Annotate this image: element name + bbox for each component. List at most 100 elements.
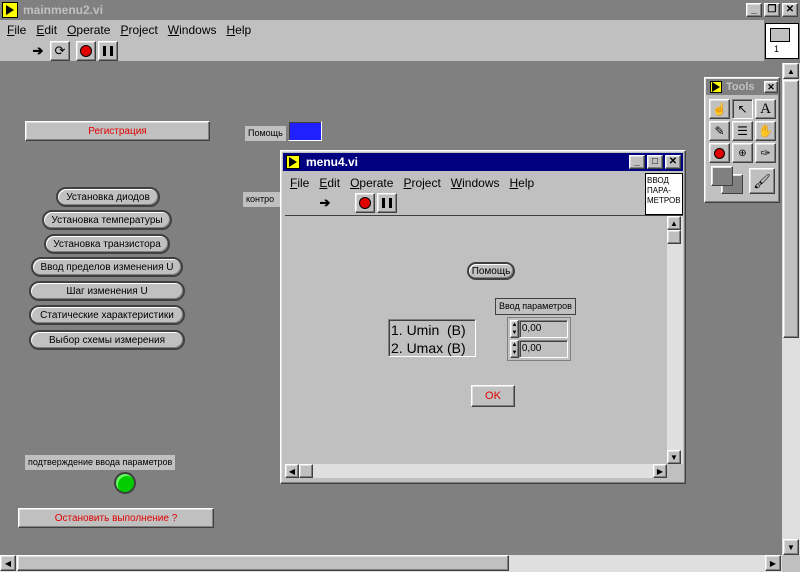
probe-icon[interactable]: ⊕	[732, 143, 753, 163]
menu4-pause-icon	[382, 198, 392, 208]
menu4-abort-button[interactable]	[355, 193, 375, 213]
color-indicator	[288, 121, 322, 141]
menu4-run-icon: ➔	[319, 195, 331, 210]
install-temperature-button[interactable]: Установка температуры	[42, 210, 172, 230]
menu4-title: menu4.vi	[306, 155, 359, 169]
menu-operate[interactable]: Operate	[62, 23, 115, 37]
tools-palette: Tools ✕ ☝ ↖ A ✎ ☰ ✋ ⊕ ✑ 🖌	[704, 77, 780, 203]
umin-numeric-control[interactable]: ▲ ▼ 0,00	[510, 320, 568, 338]
menu-windows[interactable]: Windows	[163, 23, 222, 37]
menu-help[interactable]: Help	[221, 23, 256, 37]
menu4-menubar: File Edit Operate Project Windows Help	[285, 173, 645, 193]
enter-u-limits-button[interactable]: Ввод пределов изменения U	[31, 257, 183, 277]
umin-spin-icon[interactable]: ▲ ▼	[510, 320, 519, 338]
menu4-scroll-left-icon[interactable]: ◀	[285, 464, 299, 478]
pause-icon	[103, 45, 113, 56]
menu4-menu-project[interactable]: Project	[398, 176, 445, 190]
tools-close-icon[interactable]: ✕	[764, 81, 778, 93]
tools-vi-icon	[710, 81, 722, 93]
menu4-menu-operate[interactable]: Operate	[345, 176, 398, 190]
color-copy-icon[interactable]: ✑	[755, 143, 776, 163]
operate-hand-icon[interactable]: ☝	[709, 99, 730, 119]
menu4-scroll-down-icon[interactable]: ▼	[667, 450, 681, 464]
menu4-run-button[interactable]: ➔	[315, 193, 335, 213]
position-arrow-icon[interactable]: ↖	[732, 99, 753, 119]
restore-icon[interactable]: ❐	[764, 2, 780, 17]
menu-edit[interactable]: Edit	[31, 23, 62, 37]
main-menubar: File Edit Operate Project Windows Help	[0, 20, 764, 40]
registration-button[interactable]: Регистрация	[25, 121, 210, 141]
confirm-led	[114, 472, 136, 494]
menu4-icon-text: ВВОД ПАРА- МЕТРОВ	[647, 176, 681, 205]
umax-spin-icon[interactable]: ▲ ▼	[510, 340, 519, 358]
breakpoint-icon[interactable]	[709, 143, 730, 163]
ok-button[interactable]: OK	[471, 385, 515, 407]
menu4-help-button[interactable]: Помощь	[467, 262, 515, 280]
param-values-cluster: ▲ ▼ 0,00 ▲ ▼ 0,00	[507, 317, 571, 361]
menu-project[interactable]: Project	[115, 23, 162, 37]
menu4-vi-icon-box[interactable]: ВВОД ПАРА- МЕТРОВ	[645, 173, 683, 215]
scroll-hand-icon[interactable]: ✋	[755, 121, 776, 141]
install-diodes-button[interactable]: Установка диодов	[56, 187, 160, 207]
params-input-label: Ввод параметров	[495, 298, 576, 315]
run-button[interactable]: ➔	[28, 41, 48, 61]
shortcut-menu-icon[interactable]: ☰	[732, 121, 753, 141]
umax-numeric-control[interactable]: ▲ ▼ 0,00	[510, 340, 568, 358]
static-characteristics-button[interactable]: Статические характеристики	[29, 305, 185, 325]
menu4-titlebar[interactable]: menu4.vi _ □ ✕	[283, 153, 683, 171]
vi-app-icon[interactable]	[2, 1, 18, 18]
menu4-vertical-scrollbar[interactable]: ▲ ▼	[667, 216, 683, 464]
color-swatch[interactable]	[709, 166, 745, 196]
menu4-close-icon[interactable]: ✕	[665, 155, 681, 169]
run-continuous-icon: ⟳	[54, 42, 66, 58]
menu4-scroll-right-icon[interactable]: ▶	[653, 464, 667, 478]
main-vertical-scrollbar[interactable]: ▲ ▼	[782, 63, 800, 555]
scroll-left-icon[interactable]: ◀	[0, 555, 16, 571]
menu4-scroll-up-icon[interactable]: ▲	[667, 216, 681, 230]
menu4-panel	[285, 216, 667, 464]
pause-button[interactable]	[98, 40, 118, 61]
tools-title: Tools	[726, 81, 755, 93]
run-continuously-button[interactable]: ⟳	[50, 40, 70, 61]
menu4-menu-edit[interactable]: Edit	[314, 176, 345, 190]
u-step-button[interactable]: Шаг изменения U	[29, 281, 185, 301]
scroll-up-icon[interactable]: ▲	[783, 63, 799, 79]
install-transistor-button[interactable]: Установка транзистора	[44, 234, 170, 254]
menu4-horizontal-scrollbar[interactable]: ◀ ▶	[285, 464, 667, 478]
menu4-menu-help[interactable]: Help	[504, 176, 539, 190]
menu-file[interactable]: File	[2, 23, 31, 37]
menu4-menu-windows[interactable]: Windows	[446, 176, 505, 190]
menu4-pause-button[interactable]	[377, 193, 397, 213]
horizontal-scroll-thumb[interactable]	[17, 555, 509, 571]
param-name-umin: 1. Umin (B)	[391, 322, 466, 338]
param-names-indicator: 1. Umin (B) 2. Umax (B)	[388, 319, 476, 357]
umax-value[interactable]: 0,00	[518, 340, 568, 358]
menu4-horizontal-thumb[interactable]	[299, 464, 313, 478]
stop-execution-button[interactable]: Остановить выполнение ?	[18, 508, 214, 528]
menu4-minimize-icon[interactable]: _	[629, 155, 645, 169]
minimize-icon[interactable]: _	[746, 2, 762, 17]
main-window-title: mainmenu2.vi	[23, 2, 104, 17]
umin-value[interactable]: 0,00	[518, 320, 568, 338]
vertical-scroll-thumb[interactable]	[783, 80, 799, 338]
run-arrow-icon: ➔	[32, 42, 44, 58]
abort-button[interactable]	[76, 40, 96, 61]
tools-titlebar[interactable]: Tools ✕	[706, 79, 778, 95]
vi-connector-icon[interactable]: 1	[765, 23, 799, 59]
main-horizontal-scrollbar[interactable]: ◀ ▶	[0, 555, 782, 572]
select-measurement-scheme-button[interactable]: Выбор схемы измерения	[29, 330, 185, 350]
menu4-menu-file[interactable]: File	[285, 176, 314, 190]
menu4-vi-icon[interactable]	[286, 155, 300, 169]
main-titlebar[interactable]: mainmenu2.vi _ ❐ ✕	[0, 0, 800, 19]
text-tool-icon[interactable]: A	[755, 99, 776, 119]
menu4-maximize-icon[interactable]: □	[647, 155, 663, 169]
scroll-down-icon[interactable]: ▼	[783, 539, 799, 555]
control-label: контро	[242, 191, 282, 208]
close-icon[interactable]: ✕	[782, 2, 798, 17]
scroll-right-icon[interactable]: ▶	[765, 555, 781, 571]
vi-icon-graphic	[770, 28, 790, 42]
menu4-vertical-thumb[interactable]	[667, 230, 681, 244]
size-grip[interactable]	[782, 555, 800, 572]
wiring-spool-icon[interactable]: ✎	[709, 121, 730, 141]
color-brush-icon[interactable]: 🖌	[749, 168, 775, 194]
